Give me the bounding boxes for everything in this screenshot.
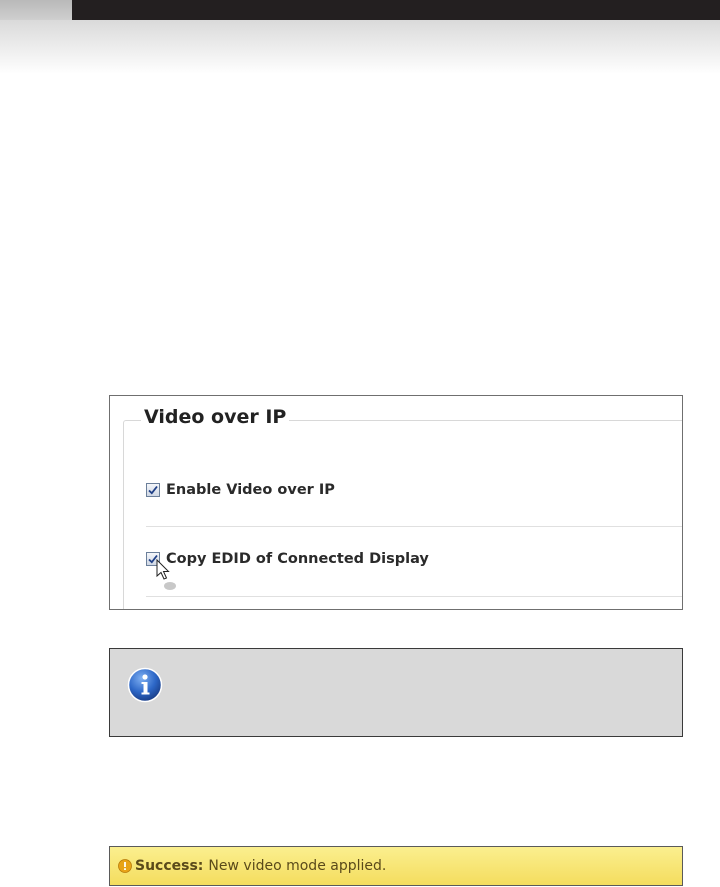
manual-page: Video over IP Enable Video over IP Copy … xyxy=(0,0,720,887)
success-message-bar: Success: New video mode applied. xyxy=(109,846,683,886)
checkmark-icon xyxy=(148,485,158,495)
enable-video-over-ip-label: Enable Video over IP xyxy=(166,482,335,498)
divider xyxy=(146,596,682,597)
video-over-ip-panel: Video over IP Enable Video over IP Copy … xyxy=(109,395,683,610)
copy-edid-option[interactable]: Copy EDID of Connected Display xyxy=(146,551,429,567)
mouse-cursor-icon xyxy=(156,559,176,590)
section-title: Video over IP xyxy=(141,406,290,428)
header-tab xyxy=(0,0,72,20)
enable-video-over-ip-option[interactable]: Enable Video over IP xyxy=(146,482,335,498)
header-band xyxy=(0,0,720,74)
divider xyxy=(146,526,682,527)
info-icon xyxy=(127,667,163,703)
warning-icon xyxy=(118,859,132,873)
header-bar xyxy=(72,0,720,20)
copy-edid-label: Copy EDID of Connected Display xyxy=(166,551,429,567)
video-over-ip-fieldset xyxy=(123,420,682,609)
status-message: New video mode applied. xyxy=(208,858,387,874)
info-callout xyxy=(109,648,683,737)
status-label: Success: xyxy=(135,858,204,874)
enable-video-over-ip-checkbox[interactable] xyxy=(146,483,160,497)
